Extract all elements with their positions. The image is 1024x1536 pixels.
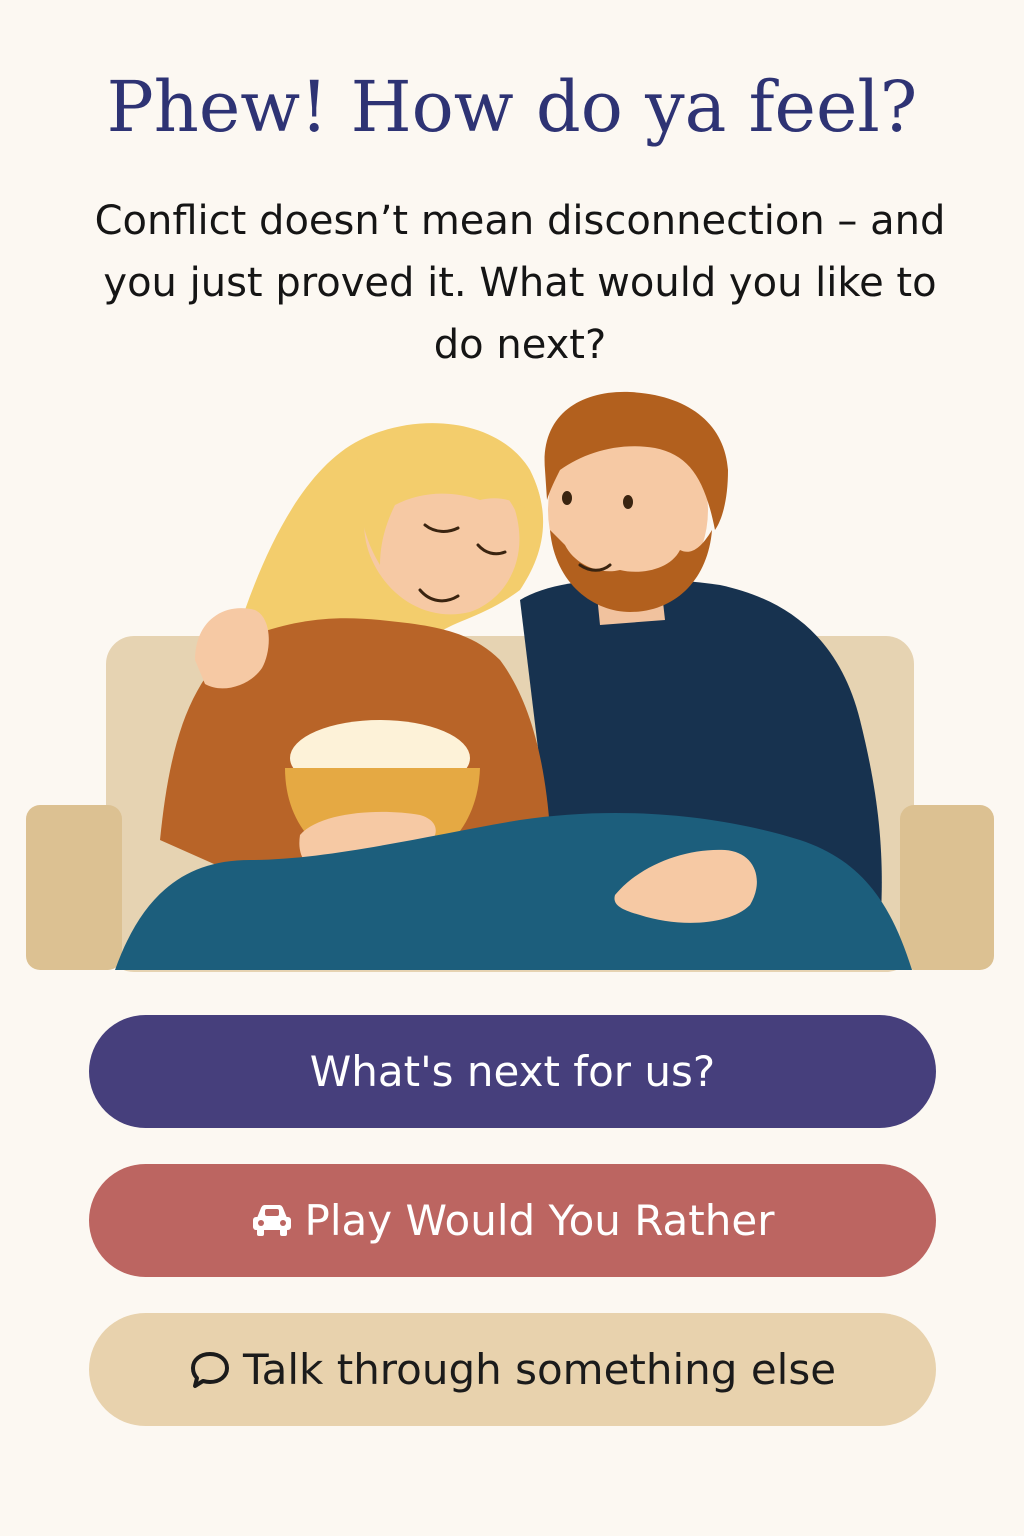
speech-bubble-icon: [189, 1350, 231, 1390]
page-title: Phew! How do ya feel?: [106, 66, 918, 148]
page-subtitle: Conflict doesn’t mean disconnection – an…: [94, 198, 946, 368]
whats-next-label: What's next for us?: [309, 1047, 716, 1096]
car-icon: [251, 1204, 293, 1238]
play-would-you-rather-button[interactable]: Play Would You Rather: [89, 1164, 936, 1277]
couple-on-couch-illustration: [26, 391, 994, 972]
talk-through-something-else-label: Talk through something else: [242, 1345, 837, 1394]
whats-next-button[interactable]: What's next for us?: [89, 1015, 936, 1128]
play-would-you-rather-label: Play Would You Rather: [304, 1196, 775, 1245]
talk-through-something-else-button[interactable]: Talk through something else: [89, 1313, 936, 1426]
